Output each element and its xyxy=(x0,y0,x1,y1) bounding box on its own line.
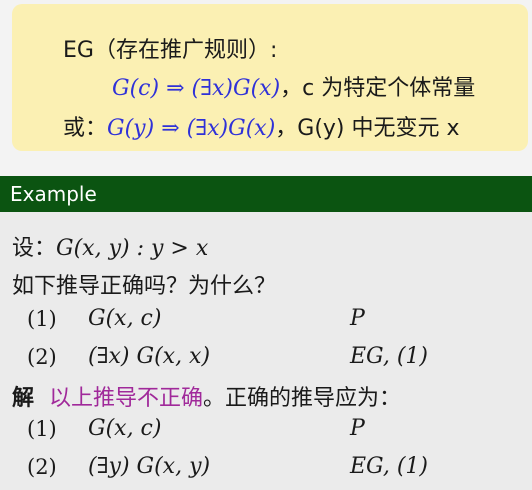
rule2-prefix: 或： xyxy=(63,116,108,141)
rule1-lhs: G(c) xyxy=(112,76,160,101)
step-1-number: (1) xyxy=(27,307,57,331)
rule2-arrow: ⇒ xyxy=(161,116,180,141)
rule1-arrow: ⇒ xyxy=(166,76,185,101)
eg-rule-box: EG（存在推广规则）: G(c) ⇒ (∃x)G(x)，c 为特定个体常量 或：… xyxy=(12,4,528,151)
answer-line: 解 以上推导不正确。正确的推导应为： xyxy=(12,380,401,412)
step-2-number: (2) xyxy=(27,345,57,369)
rule-line-2: 或：G(y) ⇒ (∃x)G(x)，G(y) 中无变元 x xyxy=(63,110,460,142)
step-1-reason: P xyxy=(350,306,365,331)
rule2-rhs: (∃x)G(x) xyxy=(186,116,276,141)
rule2-note: ，G(y) 中无变元 x xyxy=(275,116,460,141)
premise-math: G(x, y) : y > x xyxy=(56,236,209,261)
step-2-formula: (∃x) G(x, x) xyxy=(88,344,211,369)
premise-line: 设：G(x, y) : y > x xyxy=(12,230,208,262)
correct-step-1-reason: P xyxy=(350,416,365,441)
correct-step-2-number: (2) xyxy=(27,455,57,479)
example-block: Example 设：G(x, y) : y > x 如下推导正确吗？为什么？ (… xyxy=(0,176,532,490)
answer-wrong: 以上推导不正确 xyxy=(49,386,204,411)
rule-title: EG（存在推广规则）: xyxy=(63,38,278,63)
answer-rest: 。正确的推导应为： xyxy=(203,386,402,411)
rule1-rhs: (∃x)G(x) xyxy=(191,76,281,101)
step-2-reason: EG, (1) xyxy=(350,344,428,369)
example-header: Example xyxy=(0,176,532,212)
correct-step-1-formula: G(x, c) xyxy=(88,416,162,441)
rule2-lhs: G(y) xyxy=(107,116,155,141)
correct-step-2-reason: EG, (1) xyxy=(350,454,428,479)
answer-label: 解 xyxy=(12,386,35,411)
rule-line-1: G(c) ⇒ (∃x)G(x)，c 为特定个体常量 xyxy=(112,70,475,102)
question-line: 如下推导正确吗？为什么？ xyxy=(12,274,277,299)
correct-step-1-number: (1) xyxy=(27,417,57,441)
correct-step-2-formula: (∃y) G(x, y) xyxy=(88,454,211,479)
rule1-note: ，c 为特定个体常量 xyxy=(280,76,476,101)
step-1-formula: G(x, c) xyxy=(88,306,162,331)
premise-prefix: 设： xyxy=(12,236,57,261)
